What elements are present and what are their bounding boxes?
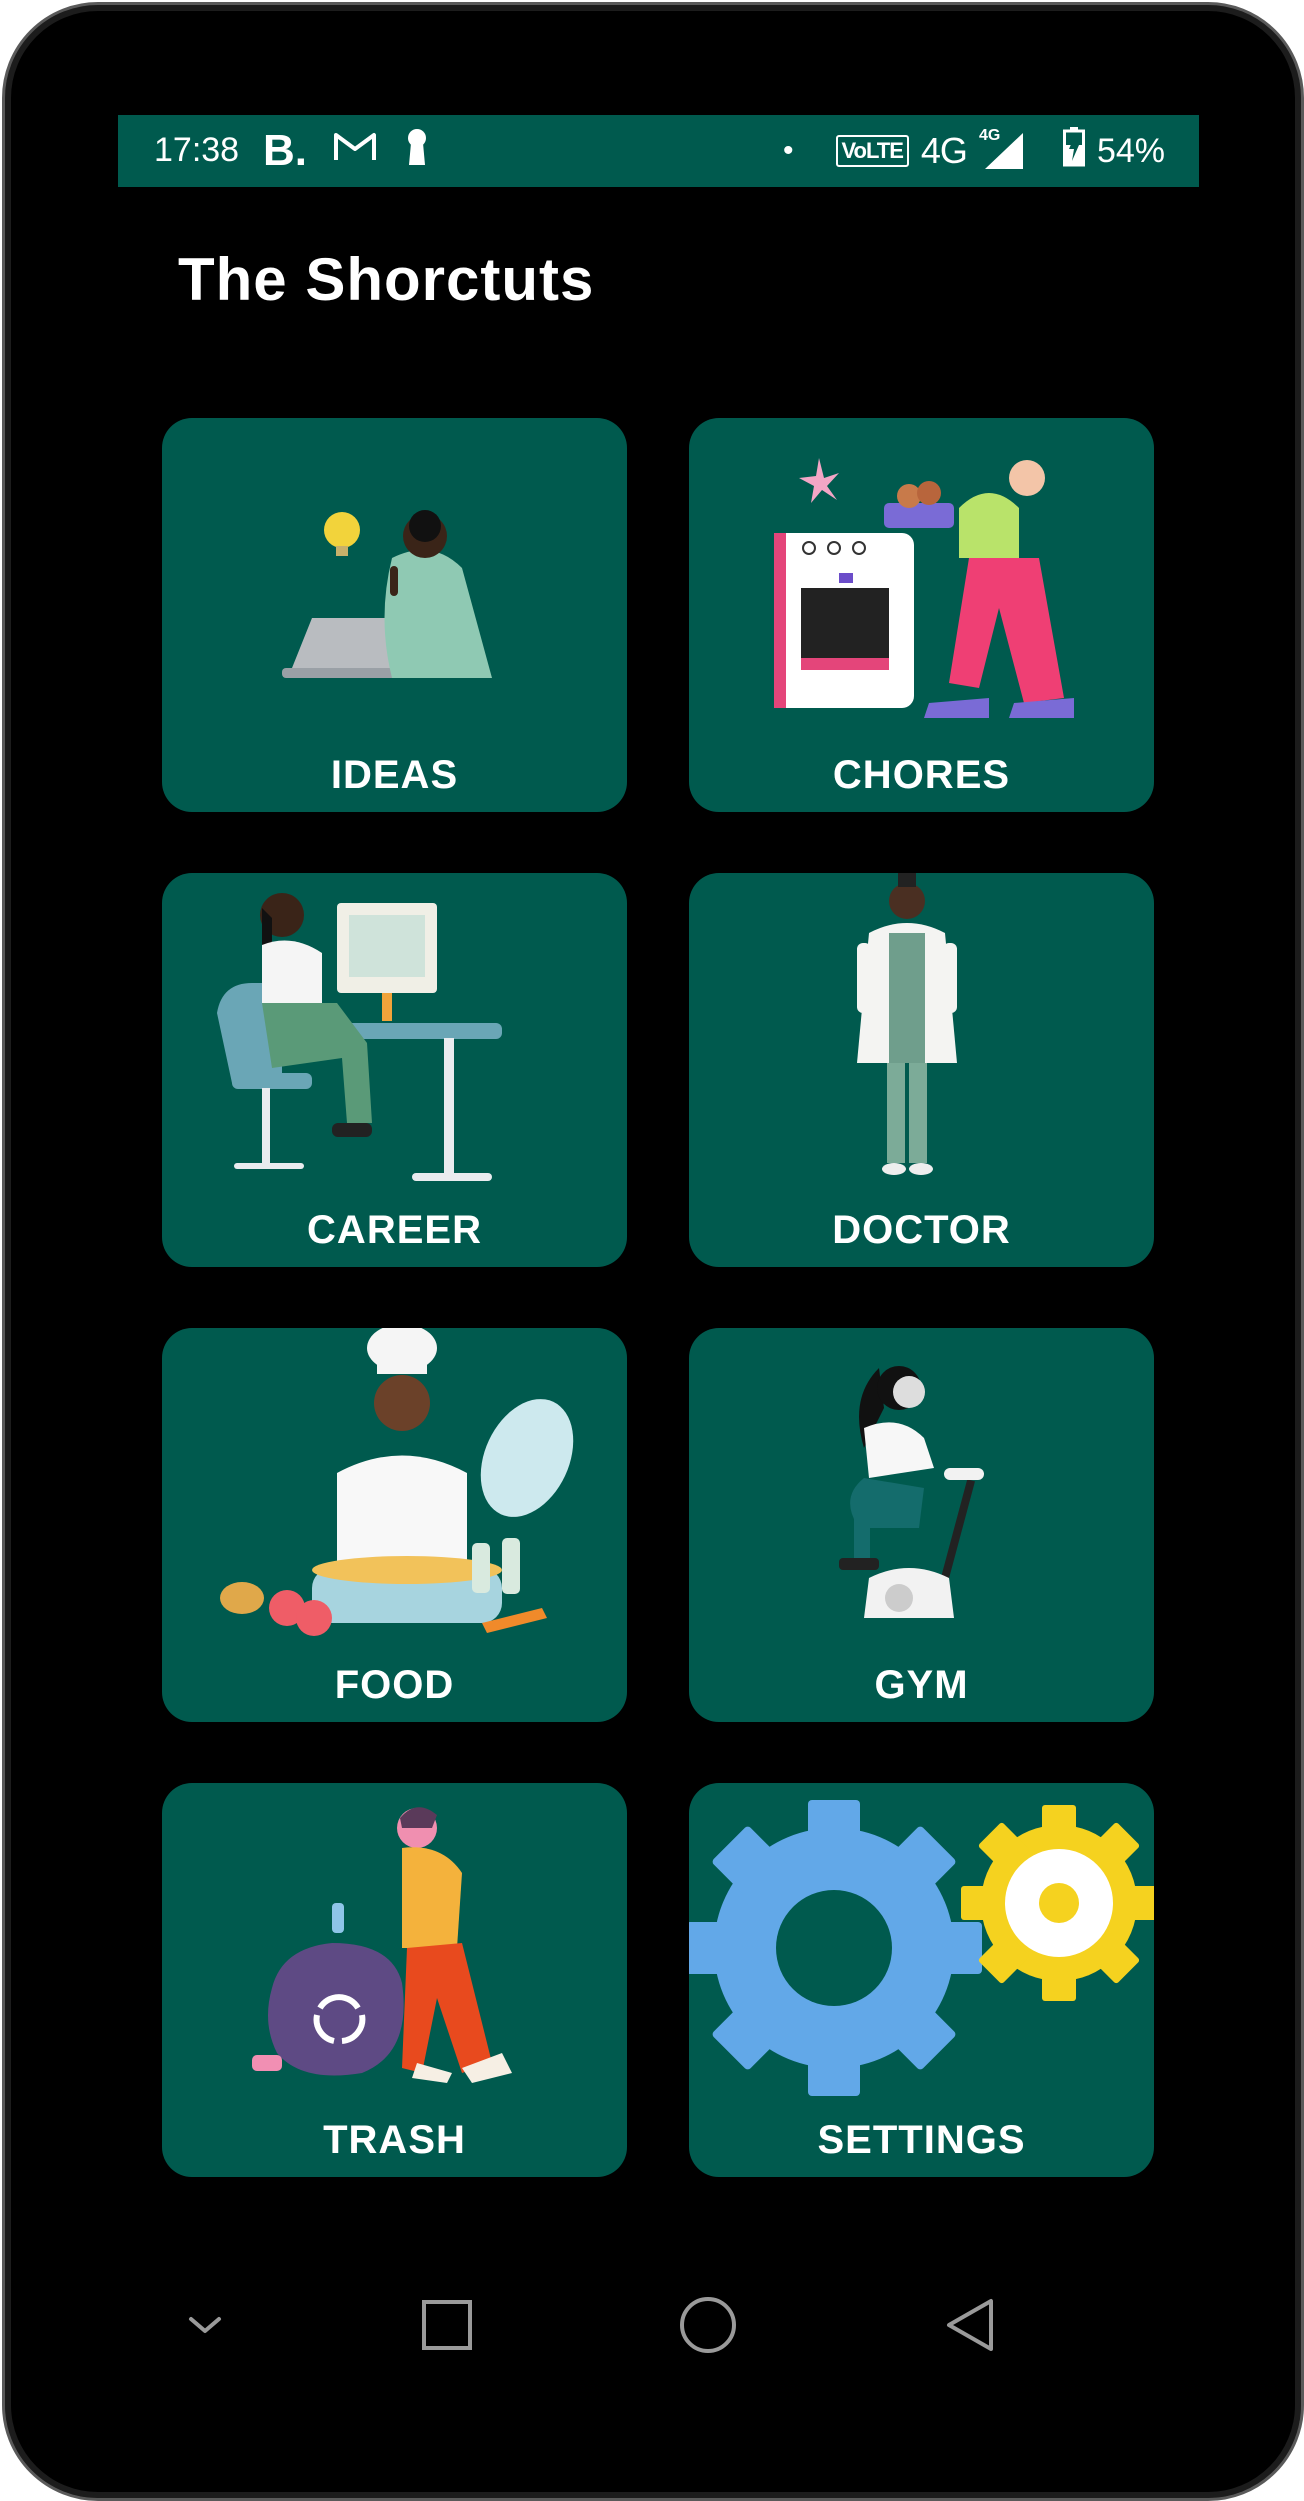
dot-icon: •: [782, 134, 794, 167]
gmail-icon: [333, 131, 377, 172]
career-illustration: [217, 893, 502, 1181]
card-label: TRASH: [323, 2118, 466, 2162]
recents-square-icon[interactable]: [397, 2275, 497, 2375]
card-label: CAREER: [307, 1208, 482, 1252]
food-illustration: [220, 1328, 574, 1636]
card-chores[interactable]: CHORES: [689, 418, 1154, 812]
volte-badge: VoLTE: [835, 135, 909, 167]
status-time: 17:38: [154, 131, 240, 169]
trash-illustration: [252, 1807, 512, 2083]
home-circle-icon[interactable]: [658, 2275, 758, 2375]
card-label: GYM: [874, 1663, 969, 1707]
card-food[interactable]: FOOD: [162, 1328, 627, 1722]
card-label: IDEAS: [330, 753, 459, 797]
card-label: CHORES: [832, 753, 1011, 797]
card-label: SETTINGS: [817, 2118, 1026, 2162]
card-doctor[interactable]: DOCTOR: [689, 873, 1154, 1267]
navigation-bar: [155, 2275, 1005, 2375]
ideas-illustration: [282, 510, 492, 678]
page-title: The Shorctuts: [178, 246, 595, 313]
keyhole-icon: [403, 127, 431, 176]
b-icon: B.: [263, 126, 307, 175]
signal-icon: 4G: [979, 127, 1025, 171]
card-settings[interactable]: SETTINGS: [689, 1783, 1154, 2177]
status-bar: 17:38 B. • VoLTE 4G 4G 54%: [118, 115, 1199, 187]
battery-icon: [1062, 126, 1085, 176]
card-label: DOCTOR: [832, 1208, 1011, 1252]
battery-percent: 54%: [1096, 131, 1165, 170]
card-gym[interactable]: GYM: [689, 1328, 1154, 1722]
back-triangle-icon[interactable]: [919, 2275, 1019, 2375]
card-ideas[interactable]: IDEAS: [162, 418, 627, 812]
gym-illustration: [839, 1366, 984, 1618]
chores-illustration: [774, 458, 1074, 718]
network-type: 4G: [920, 130, 968, 171]
card-career[interactable]: CAREER: [162, 873, 627, 1267]
doctor-illustration: [857, 873, 957, 1175]
card-label: FOOD: [334, 1663, 455, 1707]
phone-frame: 17:38 B. • VoLTE 4G 4G 54% The Shorctuts…: [2, 2, 1304, 2501]
card-trash[interactable]: TRASH: [162, 1783, 627, 2177]
chevron-down-icon[interactable]: [155, 2275, 255, 2375]
gears-illustration: [689, 1800, 1154, 2096]
